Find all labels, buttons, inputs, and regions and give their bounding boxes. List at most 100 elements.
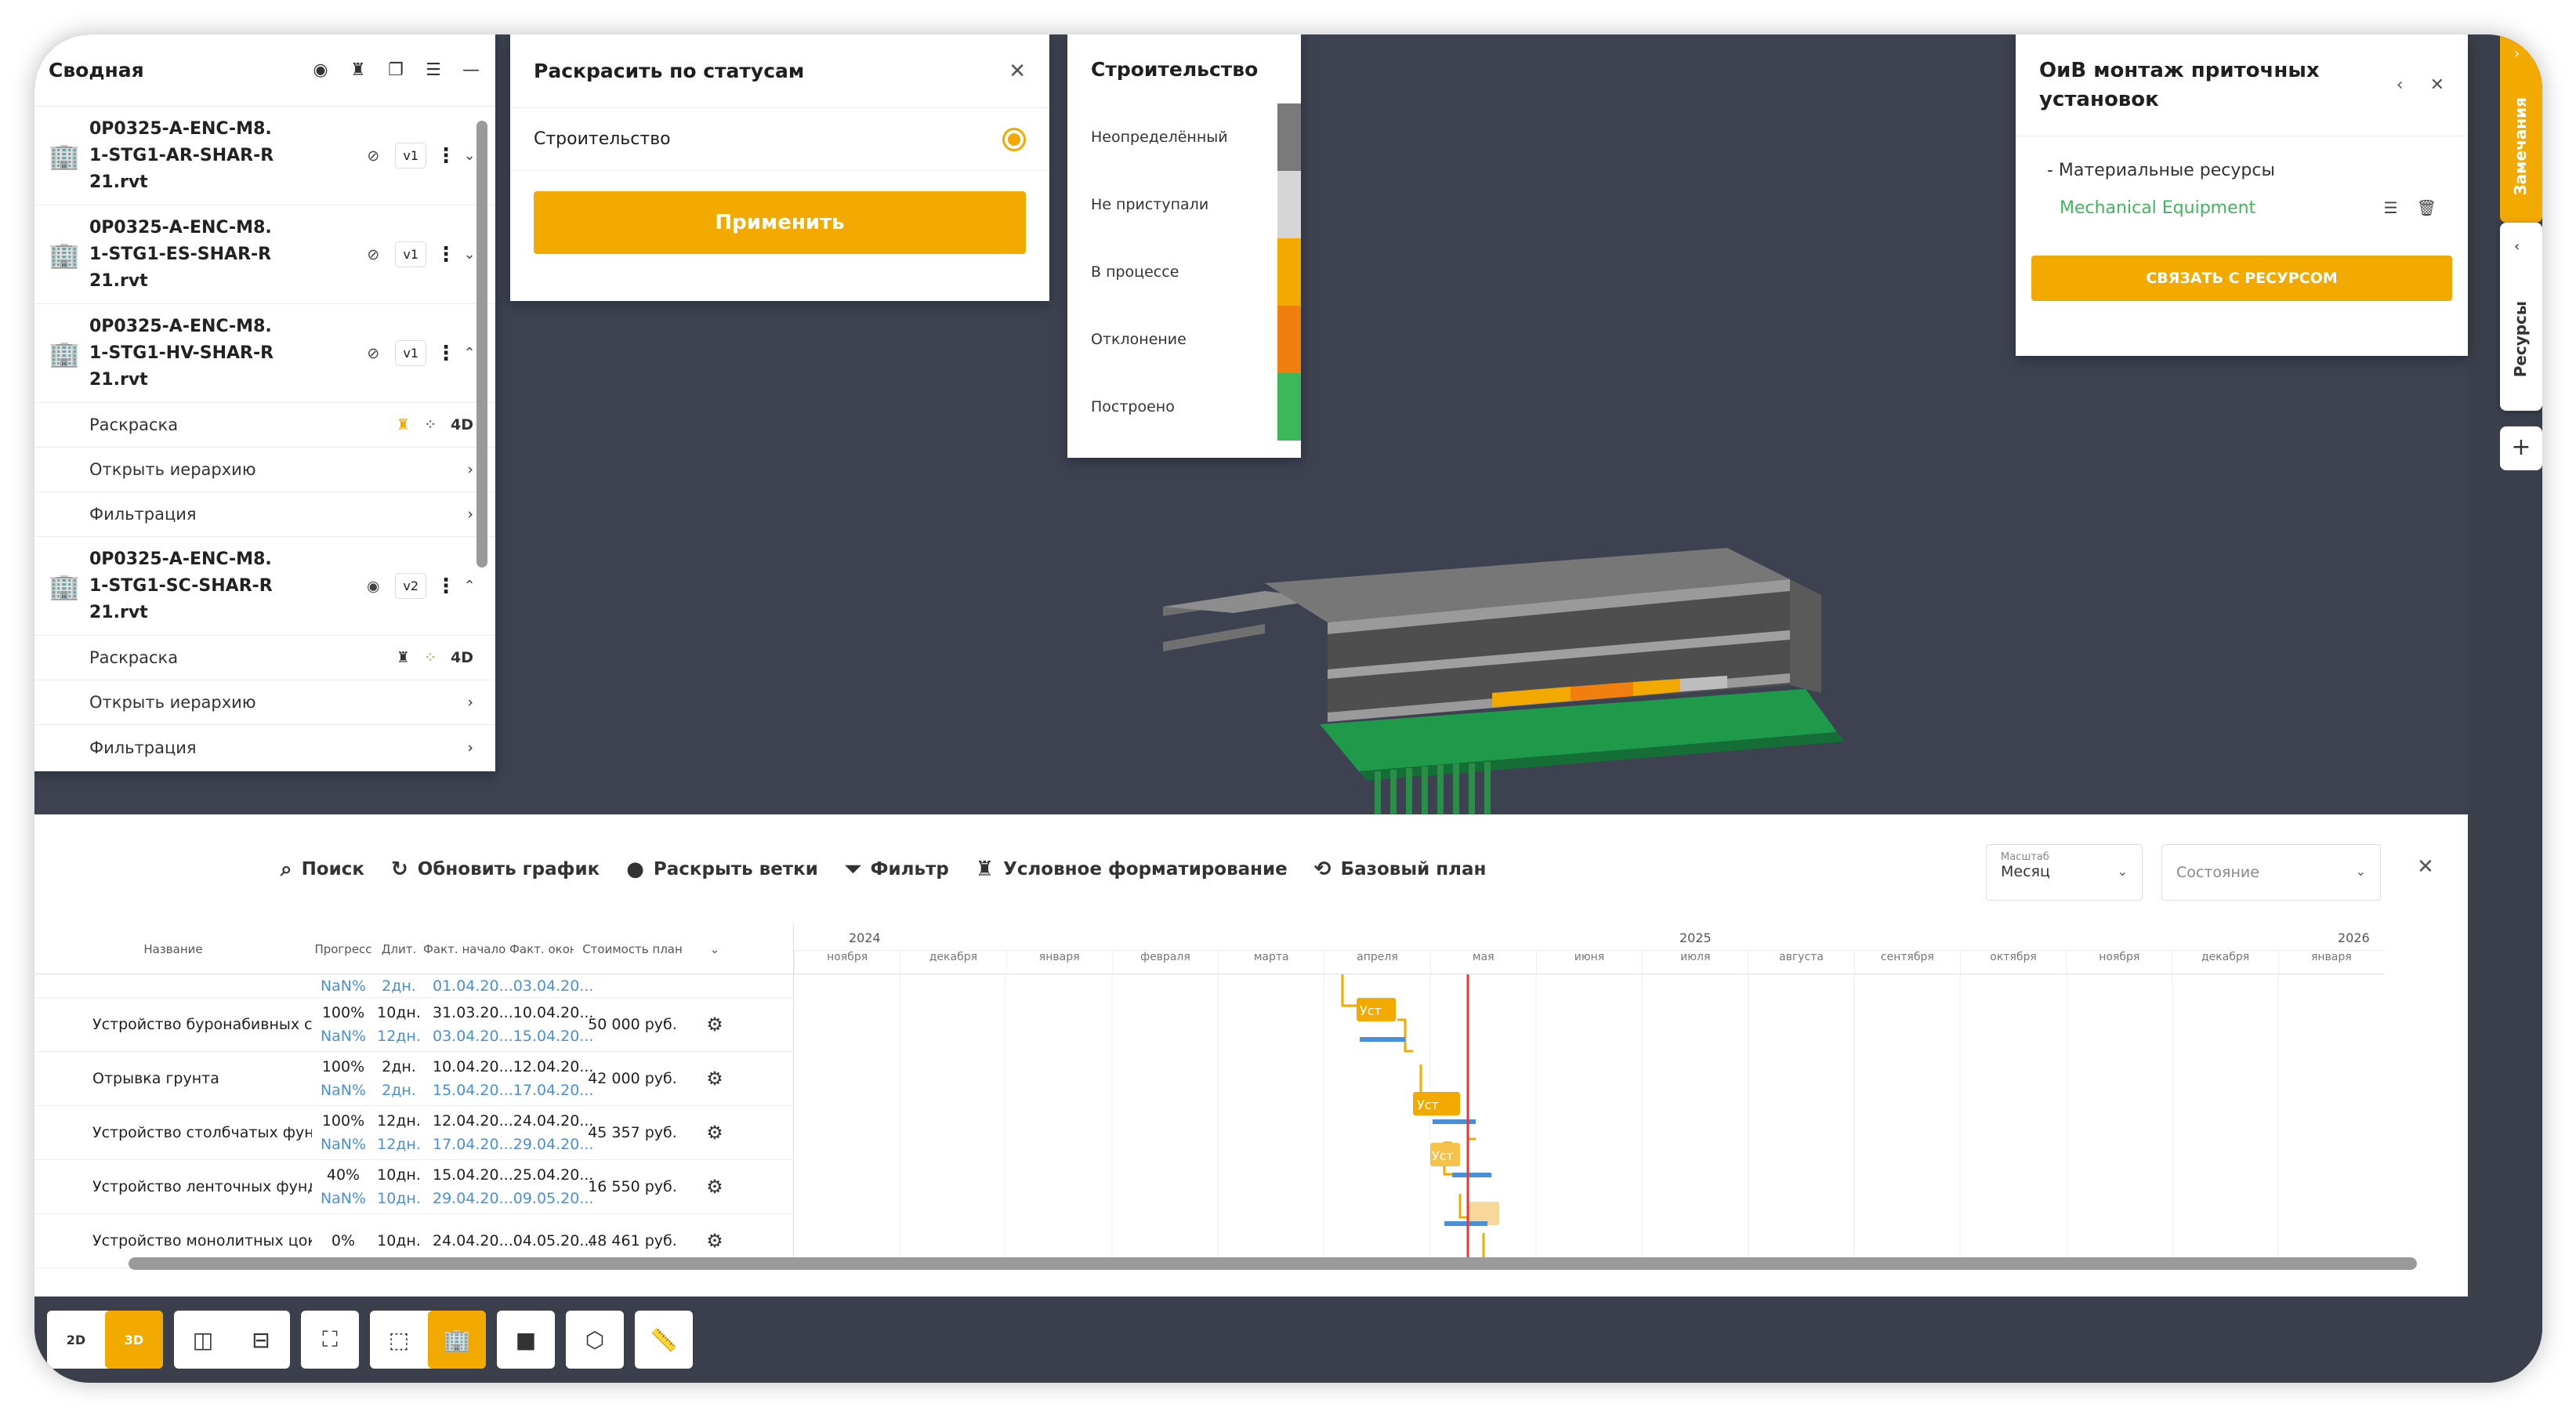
split-horizontal-icon[interactable]: ⊟ — [232, 1311, 290, 1369]
legend-item: Отклонение — [1067, 306, 1301, 373]
model-item-hv[interactable]: 🏢 0P0325-A-ENC-M8. 1-STG1-HV-SHAR-R 21.rvt… — [34, 304, 495, 403]
more-icon[interactable]: ⋮ — [434, 144, 458, 168]
gantt-toolbar: ⌕ Поиск ↻ Обновить график ● Раскрыть ветки … — [34, 814, 2468, 924]
cube-icon[interactable]: ⬡ — [566, 1311, 624, 1369]
close-icon[interactable]: ✕ — [1009, 60, 1026, 83]
close-icon[interactable]: ✕ — [2430, 75, 2444, 95]
gear-icon[interactable]: ⚙ — [691, 1176, 738, 1198]
more-icon[interactable]: ⋮ — [434, 243, 458, 267]
filter-button[interactable]: ⏷ Фильтр — [845, 858, 949, 882]
coloring-row[interactable]: Раскраска ♜ ⁘ 4D — [34, 403, 495, 448]
table-row[interactable]: Устройство столбчатых фунд 100% NaN% 12дн… — [34, 1106, 793, 1160]
focus-icon[interactable]: ⛶ — [301, 1311, 359, 1369]
table-row[interactable]: Устройство ленточных фунд 40% NaN% 10дн. 1… — [34, 1160, 793, 1214]
tab-resources[interactable]: ‹ Ресурсы — [2500, 223, 2542, 411]
state-select[interactable]: Состояние ⌄ — [2161, 844, 2381, 901]
table-row-partial[interactable]: NaN% 2дн. 01.04.20...03.04.20... — [34, 974, 793, 998]
4d-label[interactable]: 4D — [451, 649, 473, 666]
trash-icon[interactable]: 🗑 — [2417, 198, 2437, 217]
legend-item: Построено — [1067, 373, 1301, 441]
view-2d-button[interactable]: 2D — [47, 1311, 105, 1369]
paint-roller-icon[interactable]: ♜ — [397, 649, 410, 666]
model-name: 0P0325-A-ENC-M8. 1-STG1-SC-SHAR-R 21.rvt — [89, 549, 273, 622]
svg-text:Уст: Уст — [1360, 1003, 1382, 1018]
radio-selected[interactable] — [1002, 127, 1026, 151]
version-badge[interactable]: v1 — [395, 241, 426, 267]
eye-off-icon[interactable]: ⊘ — [359, 147, 387, 165]
table-row[interactable]: Устройство буронабивных св 100% NaN% 10дн… — [34, 998, 793, 1052]
conditional-formatting-button[interactable]: ♜ Условное форматирование — [976, 858, 1288, 881]
baseline-button[interactable]: ⟲ Базовый план — [1314, 858, 1487, 881]
version-badge[interactable]: v1 — [395, 340, 426, 366]
status-option-construction[interactable]: Строительство — [510, 108, 1049, 171]
ruler-icon[interactable]: 📏 — [635, 1311, 693, 1369]
chevron-down-icon: ⌄ — [2117, 864, 2128, 879]
split-vertical-icon[interactable]: ◫ — [174, 1311, 232, 1369]
add-tab-button[interactable]: + — [2500, 426, 2542, 470]
legend-item: В процессе — [1067, 238, 1301, 306]
gear-icon[interactable]: ⚙ — [691, 1122, 738, 1144]
gantt-timeline[interactable]: 2024 2025 2026 ноября декабря января февра… — [793, 924, 2384, 1261]
gantt-bars[interactable]: Уст Уст Уст — [794, 974, 2385, 1261]
gear-icon[interactable]: ⚙ — [691, 1014, 738, 1035]
table-header: Название Прогресс Длит. Факт. начало Фак… — [34, 924, 793, 974]
version-badge[interactable]: v1 — [395, 143, 426, 169]
copy-icon[interactable]: ❐ — [386, 60, 406, 80]
status-legend: Строительство Неопределённый Не приступа… — [1067, 34, 1301, 458]
model-item-sc[interactable]: 🏢 0P0325-A-ENC-M8. 1-STG1-SC-SHAR-R 21.rvt… — [34, 537, 495, 636]
close-icon[interactable]: ✕ — [2417, 855, 2434, 879]
paint-roller-icon[interactable]: ♜ — [397, 416, 410, 433]
eye-icon[interactable]: ◉ — [310, 60, 331, 80]
chevron-down-icon[interactable]: ⌄ — [691, 942, 738, 956]
expand-branches-button[interactable]: ● Раскрыть ветки — [626, 858, 818, 881]
open-hierarchy-row[interactable]: Открыть иерархию › — [34, 448, 495, 492]
table-row[interactable]: Отрывка грунта 100% NaN% 2дн. 2дн. 10.04.2… — [34, 1052, 793, 1106]
search-button[interactable]: ⌕ Поиск — [281, 858, 364, 882]
resource-panel: ОиВ монтаж приточных установок ‹ ✕ - Мате… — [2016, 34, 2468, 356]
tree-scrollbar[interactable] — [476, 121, 487, 568]
eye-off-icon[interactable]: ⊘ — [359, 345, 387, 362]
status-colors-icon[interactable]: ⁘ — [424, 416, 437, 433]
chevron-up-icon[interactable]: ⌃ — [458, 578, 481, 594]
version-badge[interactable]: v2 — [395, 573, 426, 599]
more-icon[interactable]: ⋮ — [434, 342, 458, 365]
scale-select[interactable]: Масштаб Месяц ⌄ — [1986, 844, 2143, 901]
model-item-ar[interactable]: 🏢 0P0325-A-ENC-M8. 1-STG1-AR-SHAR-R 21.rvt… — [34, 107, 495, 205]
settings-sliders-icon[interactable]: ☰ — [423, 60, 444, 80]
gantt-table: Название Прогресс Длит. Факт. начало Фак… — [34, 924, 793, 1268]
chevron-left-icon: ‹ — [2514, 238, 2520, 255]
tree-title: Сводная — [49, 59, 144, 82]
gear-icon[interactable]: ⚙ — [691, 1230, 738, 1252]
camera-icon[interactable]: ■ — [497, 1311, 555, 1369]
building-model[interactable] — [1163, 536, 1853, 818]
model-item-es[interactable]: 🏢 0P0325-A-ENC-M8. 1-STG1-ES-SHAR-R 21.rvt… — [34, 205, 495, 304]
paint-roller-icon: ♜ — [975, 858, 995, 881]
chevron-left-icon[interactable]: ‹ — [2397, 75, 2404, 95]
check-circle-icon: ● — [626, 858, 644, 881]
link-resource-button[interactable]: СВЯЗАТЬ С РЕСУРСОМ — [2031, 256, 2452, 301]
filtering-row[interactable]: Фильтрация › — [34, 725, 495, 770]
settings-sliders-icon[interactable]: ☰ — [2384, 198, 2398, 217]
coloring-row[interactable]: Раскраска ♜ ⁘ 4D — [34, 636, 495, 680]
gear-icon[interactable]: ⚙ — [691, 1068, 738, 1090]
eye-icon[interactable]: ◉ — [359, 578, 387, 595]
eye-off-icon[interactable]: ⊘ — [359, 246, 387, 263]
3d-viewport[interactable]: Сводная ◉ ♜ ❐ ☰ — 🏢 0P0325-A-ENC-M8. 1-ST… — [34, 34, 2468, 818]
gantt-horizontal-scrollbar[interactable] — [129, 1257, 2417, 1270]
apply-button[interactable]: Применить — [534, 191, 1026, 254]
status-colors-icon[interactable]: ⁘ — [424, 649, 437, 666]
tab-notes[interactable]: › Замечания — [2500, 34, 2542, 223]
resource-group[interactable]: - Материальные ресурсы — [2016, 151, 2468, 190]
building-icon: 🏢 — [49, 338, 80, 368]
open-hierarchy-row[interactable]: Открыть иерархию › — [34, 680, 495, 725]
paint-roller-icon[interactable]: ♜ — [348, 60, 368, 80]
select-area-icon[interactable]: ⬚ — [370, 1311, 428, 1369]
filtering-row[interactable]: Фильтрация › — [34, 492, 495, 537]
building-icon[interactable]: 🏢 — [428, 1311, 486, 1369]
refresh-chart-button[interactable]: ↻ Обновить график — [391, 858, 600, 881]
resource-item[interactable]: Mechanical Equipment ☰ 🗑 — [2016, 190, 2468, 226]
view-3d-button[interactable]: 3D — [105, 1311, 163, 1369]
more-icon[interactable]: ⋮ — [434, 575, 458, 598]
4d-label[interactable]: 4D — [451, 416, 473, 433]
minimize-icon[interactable]: — — [461, 60, 481, 80]
